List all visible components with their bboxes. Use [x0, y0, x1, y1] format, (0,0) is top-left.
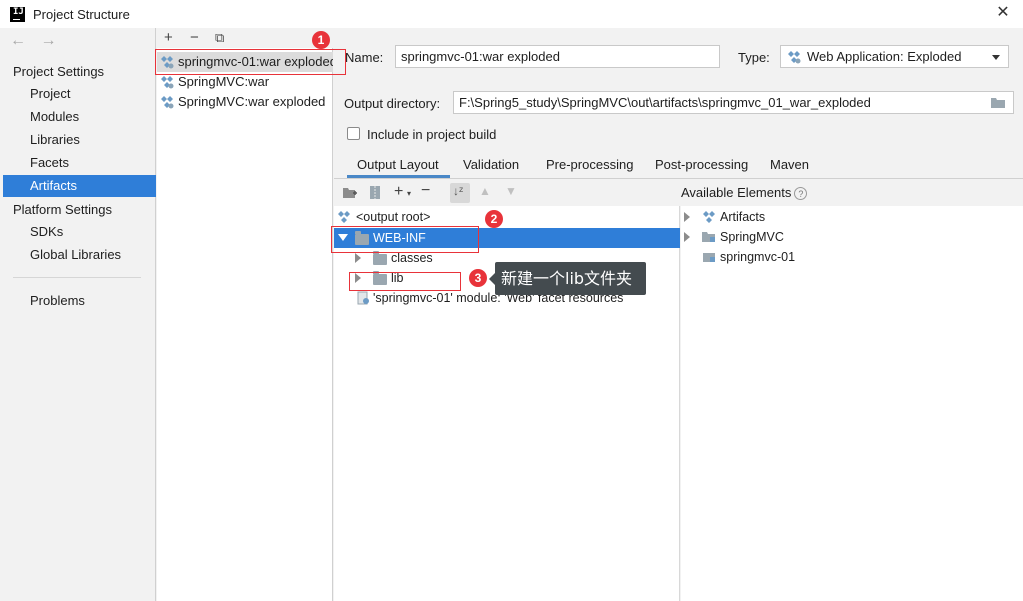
- annotation-box-1: [155, 49, 346, 75]
- tab-output-layout[interactable]: Output Layout: [357, 157, 439, 172]
- folder-browse-icon[interactable]: [991, 97, 1006, 109]
- output-root-icon: [338, 211, 350, 223]
- settings-nav: ← → Project Settings Project Modules Lib…: [0, 28, 156, 601]
- artifact-item-label: SpringMVC:war: [178, 74, 270, 89]
- nav-item-facets[interactable]: Facets: [3, 152, 156, 174]
- annotation-box-3: [349, 272, 461, 291]
- tab-validation[interactable]: Validation: [463, 157, 519, 172]
- artifact-item[interactable]: SpringMVC:war: [157, 72, 333, 92]
- include-in-build-checkbox[interactable]: [347, 127, 360, 140]
- sort-az-button[interactable]: ↓ᶻ: [450, 183, 470, 203]
- close-icon[interactable]: ✕: [995, 5, 1011, 21]
- name-input[interactable]: springmvc-01:war exploded: [395, 45, 720, 68]
- artifact-item[interactable]: SpringMVC:war exploded: [157, 92, 333, 112]
- add-icon[interactable]: +: [164, 29, 173, 46]
- title-bar: IJ Project Structure ✕: [0, 0, 1023, 28]
- remove-icon[interactable]: −: [190, 29, 199, 46]
- collapse-arrow-icon[interactable]: [355, 253, 361, 263]
- output-directory-label: Output directory:: [344, 96, 441, 111]
- web-artifact-icon: [788, 51, 801, 64]
- web-artifact-icon: [161, 76, 174, 89]
- copy-icon[interactable]: ⧉: [215, 30, 224, 46]
- annotation-badge-1: 1: [312, 31, 330, 49]
- module-icon: [703, 253, 715, 262]
- nav-item-modules[interactable]: Modules: [3, 106, 156, 128]
- artifacts-icon: [703, 211, 715, 223]
- remove-element-icon[interactable]: −: [421, 182, 430, 200]
- annotation-badge-2: 2: [485, 210, 503, 228]
- available-item-springmvc-01[interactable]: springmvc-01: [684, 247, 1014, 267]
- nav-item-global-libraries[interactable]: Global Libraries: [3, 244, 156, 266]
- platform-settings-header: Platform Settings: [13, 202, 112, 217]
- new-folder-icon[interactable]: [343, 187, 357, 199]
- project-settings-header: Project Settings: [13, 64, 105, 79]
- move-down-icon[interactable]: ▼: [505, 184, 517, 198]
- artifact-item-label: SpringMVC:war exploded: [178, 94, 326, 109]
- sort-az-icon: ↓ᶻ: [453, 184, 464, 198]
- back-arrow-icon[interactable]: ←: [10, 32, 26, 49]
- nav-item-artifacts[interactable]: Artifacts: [3, 175, 156, 197]
- nav-divider: [13, 277, 141, 278]
- collapse-arrow-icon[interactable]: [684, 212, 690, 222]
- archive-icon[interactable]: [369, 185, 381, 200]
- available-elements-header: Available Elements?: [681, 185, 808, 201]
- artifacts-toolbar: + − ⧉: [157, 28, 333, 48]
- type-label: Type:: [738, 50, 770, 65]
- artifacts-list: + − ⧉ springmvc-01:war exploded SpringMV…: [157, 28, 333, 601]
- window-title: Project Structure: [33, 6, 130, 22]
- annotation-badge-3: 3: [469, 269, 487, 287]
- nav-item-problems[interactable]: Problems: [3, 290, 156, 312]
- move-up-icon[interactable]: ▲: [479, 184, 491, 198]
- output-directory-value: F:\Spring5_study\SpringMVC\out\artifacts…: [459, 95, 871, 110]
- available-item-artifacts[interactable]: Artifacts: [684, 207, 1014, 227]
- output-directory-input[interactable]: F:\Spring5_study\SpringMVC\out\artifacts…: [453, 91, 1014, 114]
- tab-maven[interactable]: Maven: [770, 157, 809, 172]
- type-select-value: Web Application: Exploded: [807, 49, 962, 64]
- folder-icon: [373, 251, 387, 265]
- annotation-tooltip: 新建一个lib文件夹: [489, 262, 646, 295]
- forward-arrow-icon[interactable]: →: [40, 32, 56, 49]
- web-artifact-icon: [161, 96, 174, 109]
- available-elements-title: Available Elements: [681, 185, 792, 200]
- tree-item-label: <output root>: [356, 210, 431, 224]
- tree-item-output-root[interactable]: <output root>: [337, 207, 677, 227]
- type-select[interactable]: Web Application: Exploded: [780, 45, 1009, 68]
- module-folder-icon: [702, 232, 715, 242]
- intellij-logo-icon: IJ: [10, 6, 25, 22]
- add-element-icon[interactable]: +: [394, 183, 403, 201]
- tab-pre-processing[interactable]: Pre-processing: [546, 157, 633, 172]
- tab-post-processing[interactable]: Post-processing: [655, 157, 748, 172]
- output-layout-toolbar: + ▾ − ↓ᶻ ▲ ▼: [334, 180, 680, 206]
- help-icon[interactable]: ?: [794, 187, 808, 201]
- add-dropdown-chevron-icon[interactable]: ▾: [407, 189, 411, 198]
- include-in-build-label: Include in project build: [367, 127, 497, 142]
- name-label: Name:: [345, 50, 384, 65]
- tabs-separator: [334, 178, 1023, 179]
- collapse-arrow-icon[interactable]: [684, 232, 690, 242]
- web-facet-icon: [357, 291, 369, 305]
- nav-item-project[interactable]: Project: [3, 83, 156, 105]
- tree-item-label: Artifacts: [720, 210, 766, 224]
- nav-item-sdks[interactable]: SDKs: [3, 221, 156, 243]
- nav-item-libraries[interactable]: Libraries: [3, 129, 156, 151]
- annotation-box-2: [331, 226, 479, 253]
- tree-item-label: SpringMVC: [720, 230, 784, 244]
- chevron-down-icon: [992, 55, 1000, 60]
- tree-item-label: springmvc-01: [720, 250, 796, 264]
- available-item-springmvc[interactable]: SpringMVC: [684, 227, 1014, 247]
